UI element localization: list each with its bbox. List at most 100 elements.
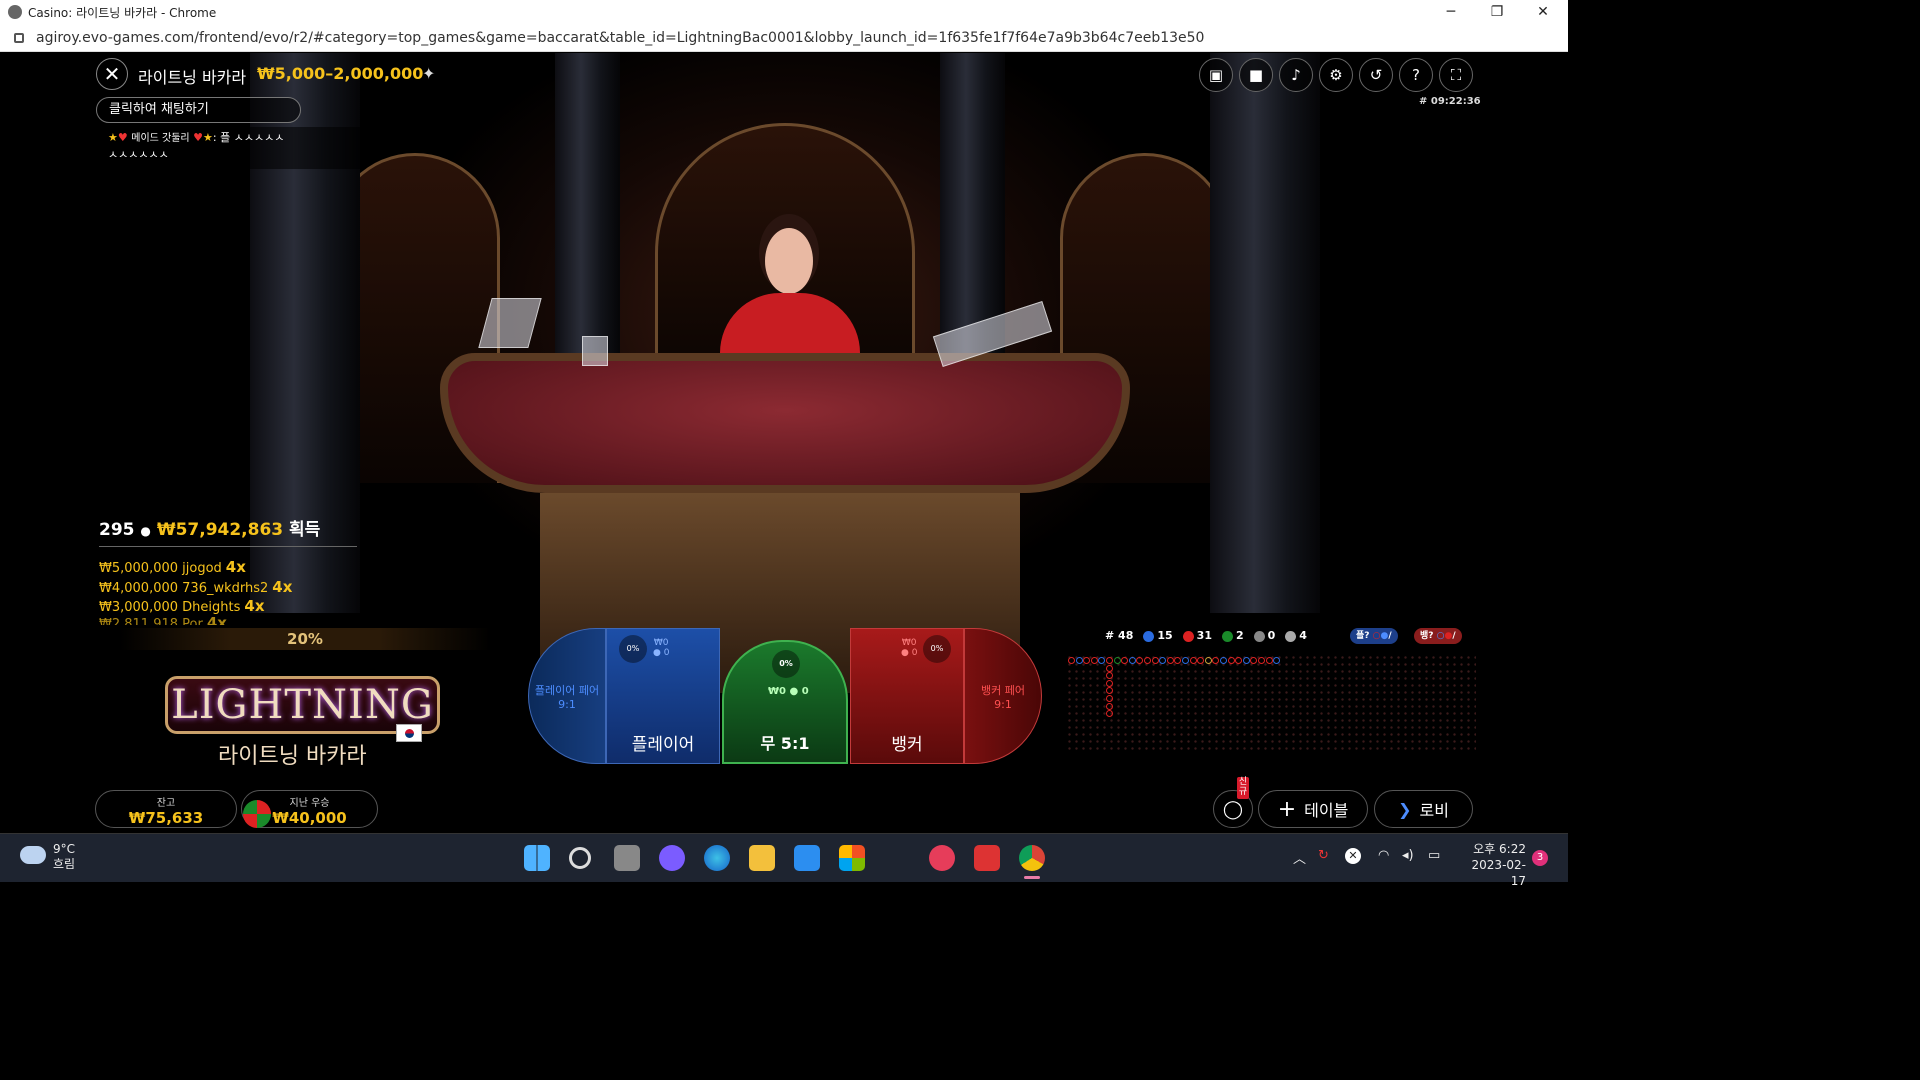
lobby-button[interactable]: ❯ 로비	[1374, 790, 1473, 828]
windows-taskbar	[0, 833, 1568, 882]
help-button[interactable]: ?	[1399, 58, 1433, 92]
fullscreen-button[interactable]: ⛶	[1439, 58, 1473, 92]
roadmap-bead	[1075, 657, 1083, 664]
windows-start-icon[interactable]	[524, 845, 550, 871]
search-icon[interactable]	[569, 847, 591, 869]
tray-overflow-icon[interactable]: ︿	[1293, 848, 1306, 867]
file-explorer-icon[interactable]	[749, 845, 775, 871]
wifi-icon[interactable]: ◠	[1378, 848, 1389, 863]
player-percent: 0%	[619, 635, 647, 663]
pin-icon[interactable]: ✦	[422, 64, 435, 83]
roadmap-bead	[1106, 657, 1113, 664]
banker-pair-odds: 9:1	[994, 697, 1012, 711]
settings-button[interactable]: ⚙	[1319, 58, 1353, 92]
weather-temp: 9°C	[53, 842, 76, 856]
maximize-button[interactable]: ❐	[1474, 0, 1520, 24]
tie-bet[interactable]: 0% ₩0 ● 0 무 5:1	[722, 640, 848, 764]
roadmap-bead	[1083, 657, 1091, 664]
clock-date: 2023-02-17	[1471, 858, 1526, 888]
chat-text-continued: ㅅㅅㅅㅅㅅㅅ	[108, 148, 169, 161]
tray-close-icon[interactable]: ✕	[1345, 848, 1361, 864]
banker-percent: 0%	[923, 635, 951, 663]
bet-progress-percent: 20%	[120, 628, 490, 650]
address-bar[interactable]: agiroy.evo-games.com/frontend/evo/r2/#ca…	[0, 24, 1568, 52]
table-limits[interactable]: ₩5,000–2,000,000	[257, 64, 423, 83]
battery-icon[interactable]: ▭	[1428, 848, 1440, 863]
banker-stake: ₩0 ● 0	[901, 638, 918, 658]
winners-summary: 295 ● ₩57,942,863 획득	[99, 515, 320, 540]
roadmap-bead	[1106, 710, 1113, 718]
heart-icon: ♥	[193, 131, 204, 144]
add-table-button[interactable]: + 테이블	[1258, 790, 1368, 828]
teams-chat-icon[interactable]	[659, 845, 685, 871]
predict-banker-button[interactable]: 뱅? ○●/	[1414, 628, 1462, 644]
close-window-button[interactable]: ✕	[1520, 0, 1566, 24]
chat-input-button[interactable]: 클릭하여 채팅하기	[96, 97, 301, 123]
roadmap-bead	[1189, 657, 1197, 664]
korea-flag-icon	[396, 724, 422, 742]
player-bet[interactable]: 0% ₩0 ● 0 플레이어	[606, 628, 720, 764]
close-game-button[interactable]: ✕	[96, 58, 128, 90]
baccarat-table	[440, 353, 1130, 493]
roadmap-bead	[1136, 657, 1144, 664]
roadmap-bead	[1121, 657, 1129, 664]
chrome-icon[interactable]	[1019, 845, 1045, 871]
speaker-icon: ♪	[1291, 66, 1301, 84]
chip-icon	[243, 800, 271, 828]
table-title: 라이트닝 바카라	[138, 68, 247, 87]
weather-desc: 흐림	[53, 857, 76, 871]
new-badge: 신규	[1237, 777, 1249, 799]
predict-player-button[interactable]: 플? ○●/	[1350, 628, 1398, 644]
banker-bet[interactable]: ₩0 ● 0 0% 뱅커	[850, 628, 964, 764]
system-clock[interactable]: 오후 6:22 2023-02-17	[1460, 841, 1526, 889]
volume-icon[interactable]: ◂)	[1402, 848, 1414, 863]
store-icon[interactable]	[839, 845, 865, 871]
balance-display: 잔고 ₩75,633	[95, 790, 237, 828]
lobby-label: 로비	[1419, 801, 1449, 820]
weather-widget[interactable]: 9°C 흐림	[53, 842, 75, 872]
roadmap-bead	[1182, 657, 1189, 664]
roadmap-bead	[1113, 657, 1121, 664]
minimize-button[interactable]: ─	[1428, 0, 1474, 24]
close-icon: ✕	[103, 62, 121, 86]
question-icon: ?	[1412, 66, 1420, 84]
right-inner-pillar	[940, 53, 1005, 353]
sound-button[interactable]: ♪	[1279, 58, 1313, 92]
winner-amount: ₩57,942,863	[156, 520, 284, 540]
roadmap-bead	[1106, 695, 1113, 702]
roadmap-bead	[1106, 672, 1113, 680]
chat-bubble-icon: ▣	[1208, 66, 1224, 84]
chat-toggle-button[interactable]: ▣	[1199, 58, 1233, 92]
roadmap-bead	[1106, 679, 1113, 687]
player-dot-icon	[1143, 630, 1155, 642]
roadmap-bead	[1250, 657, 1258, 664]
url-text[interactable]: agiroy.evo-games.com/frontend/evo/r2/#ca…	[36, 30, 1204, 46]
plus-icon: +	[1277, 796, 1297, 822]
mail-icon[interactable]	[794, 845, 820, 871]
player-wins: 15	[1143, 629, 1173, 642]
history-button[interactable]: ↺	[1359, 58, 1393, 92]
sync-app-icon[interactable]	[974, 845, 1000, 871]
vip-star-icon: ★	[203, 131, 213, 144]
notification-badge[interactable]: 3	[1532, 850, 1548, 866]
winner-suffix: 획득	[289, 520, 321, 540]
task-view-icon[interactable]	[614, 845, 640, 871]
roadmap-bead	[1220, 657, 1227, 664]
tie-percent: 0%	[772, 650, 800, 678]
player-stake: ₩0 ● 0	[653, 638, 670, 658]
edge-browser-icon[interactable]	[704, 845, 730, 871]
chat-sender: 메이드 갓둘리	[131, 133, 190, 144]
roadmap-bead	[1068, 657, 1075, 664]
balance-value: ₩75,633	[128, 809, 204, 827]
roadmap-grid[interactable]	[1066, 654, 1476, 750]
logo-subtitle: 라이트닝 바카라	[218, 744, 367, 769]
tray-sync-icon[interactable]: ↻	[1318, 848, 1329, 863]
roadmap-stats: # 48 15 31 2 0 4	[1105, 629, 1307, 642]
winner-row: ₩2,811,918 Por 4x	[99, 614, 227, 625]
banker-dot-icon	[1182, 630, 1194, 642]
roadmap-bead	[1174, 657, 1182, 664]
balance-label: 잔고	[156, 798, 176, 809]
video-button[interactable]: ■	[1239, 58, 1273, 92]
app-mascot-icon[interactable]	[929, 845, 955, 871]
roadmap-bead	[1265, 657, 1273, 664]
